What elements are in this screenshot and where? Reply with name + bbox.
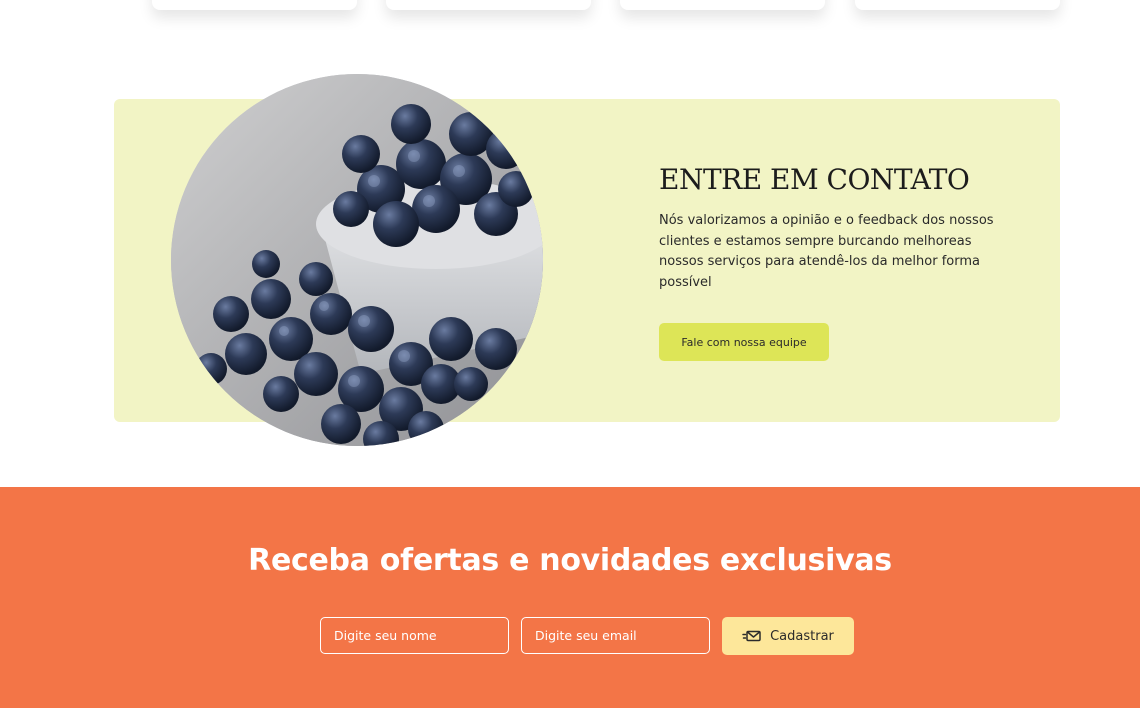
envelope-icon bbox=[742, 628, 762, 644]
product-card bbox=[855, 0, 1060, 10]
name-input[interactable] bbox=[320, 617, 509, 654]
contact-title: ENTRE EM CONTATO bbox=[659, 163, 970, 196]
signup-button-label: Cadastrar bbox=[770, 628, 834, 644]
product-card bbox=[152, 0, 357, 10]
product-card bbox=[386, 0, 591, 10]
email-input[interactable] bbox=[521, 617, 710, 654]
contact-text: ENTRE EM CONTATO Nós valorizamos a opini… bbox=[659, 160, 1019, 293]
signup-button[interactable]: Cadastrar bbox=[722, 617, 854, 655]
newsletter-title: Receba ofertas e novidades exclusivas bbox=[248, 543, 892, 578]
newsletter-section: Receba ofertas e novidades exclusivas Ca… bbox=[0, 487, 1140, 708]
blueberry-image bbox=[171, 74, 543, 446]
product-card bbox=[620, 0, 825, 10]
contact-team-button[interactable]: Fale com nossa equipe bbox=[659, 323, 829, 361]
contact-description: Nós valorizamos a opinião e o feedback d… bbox=[659, 213, 994, 290]
